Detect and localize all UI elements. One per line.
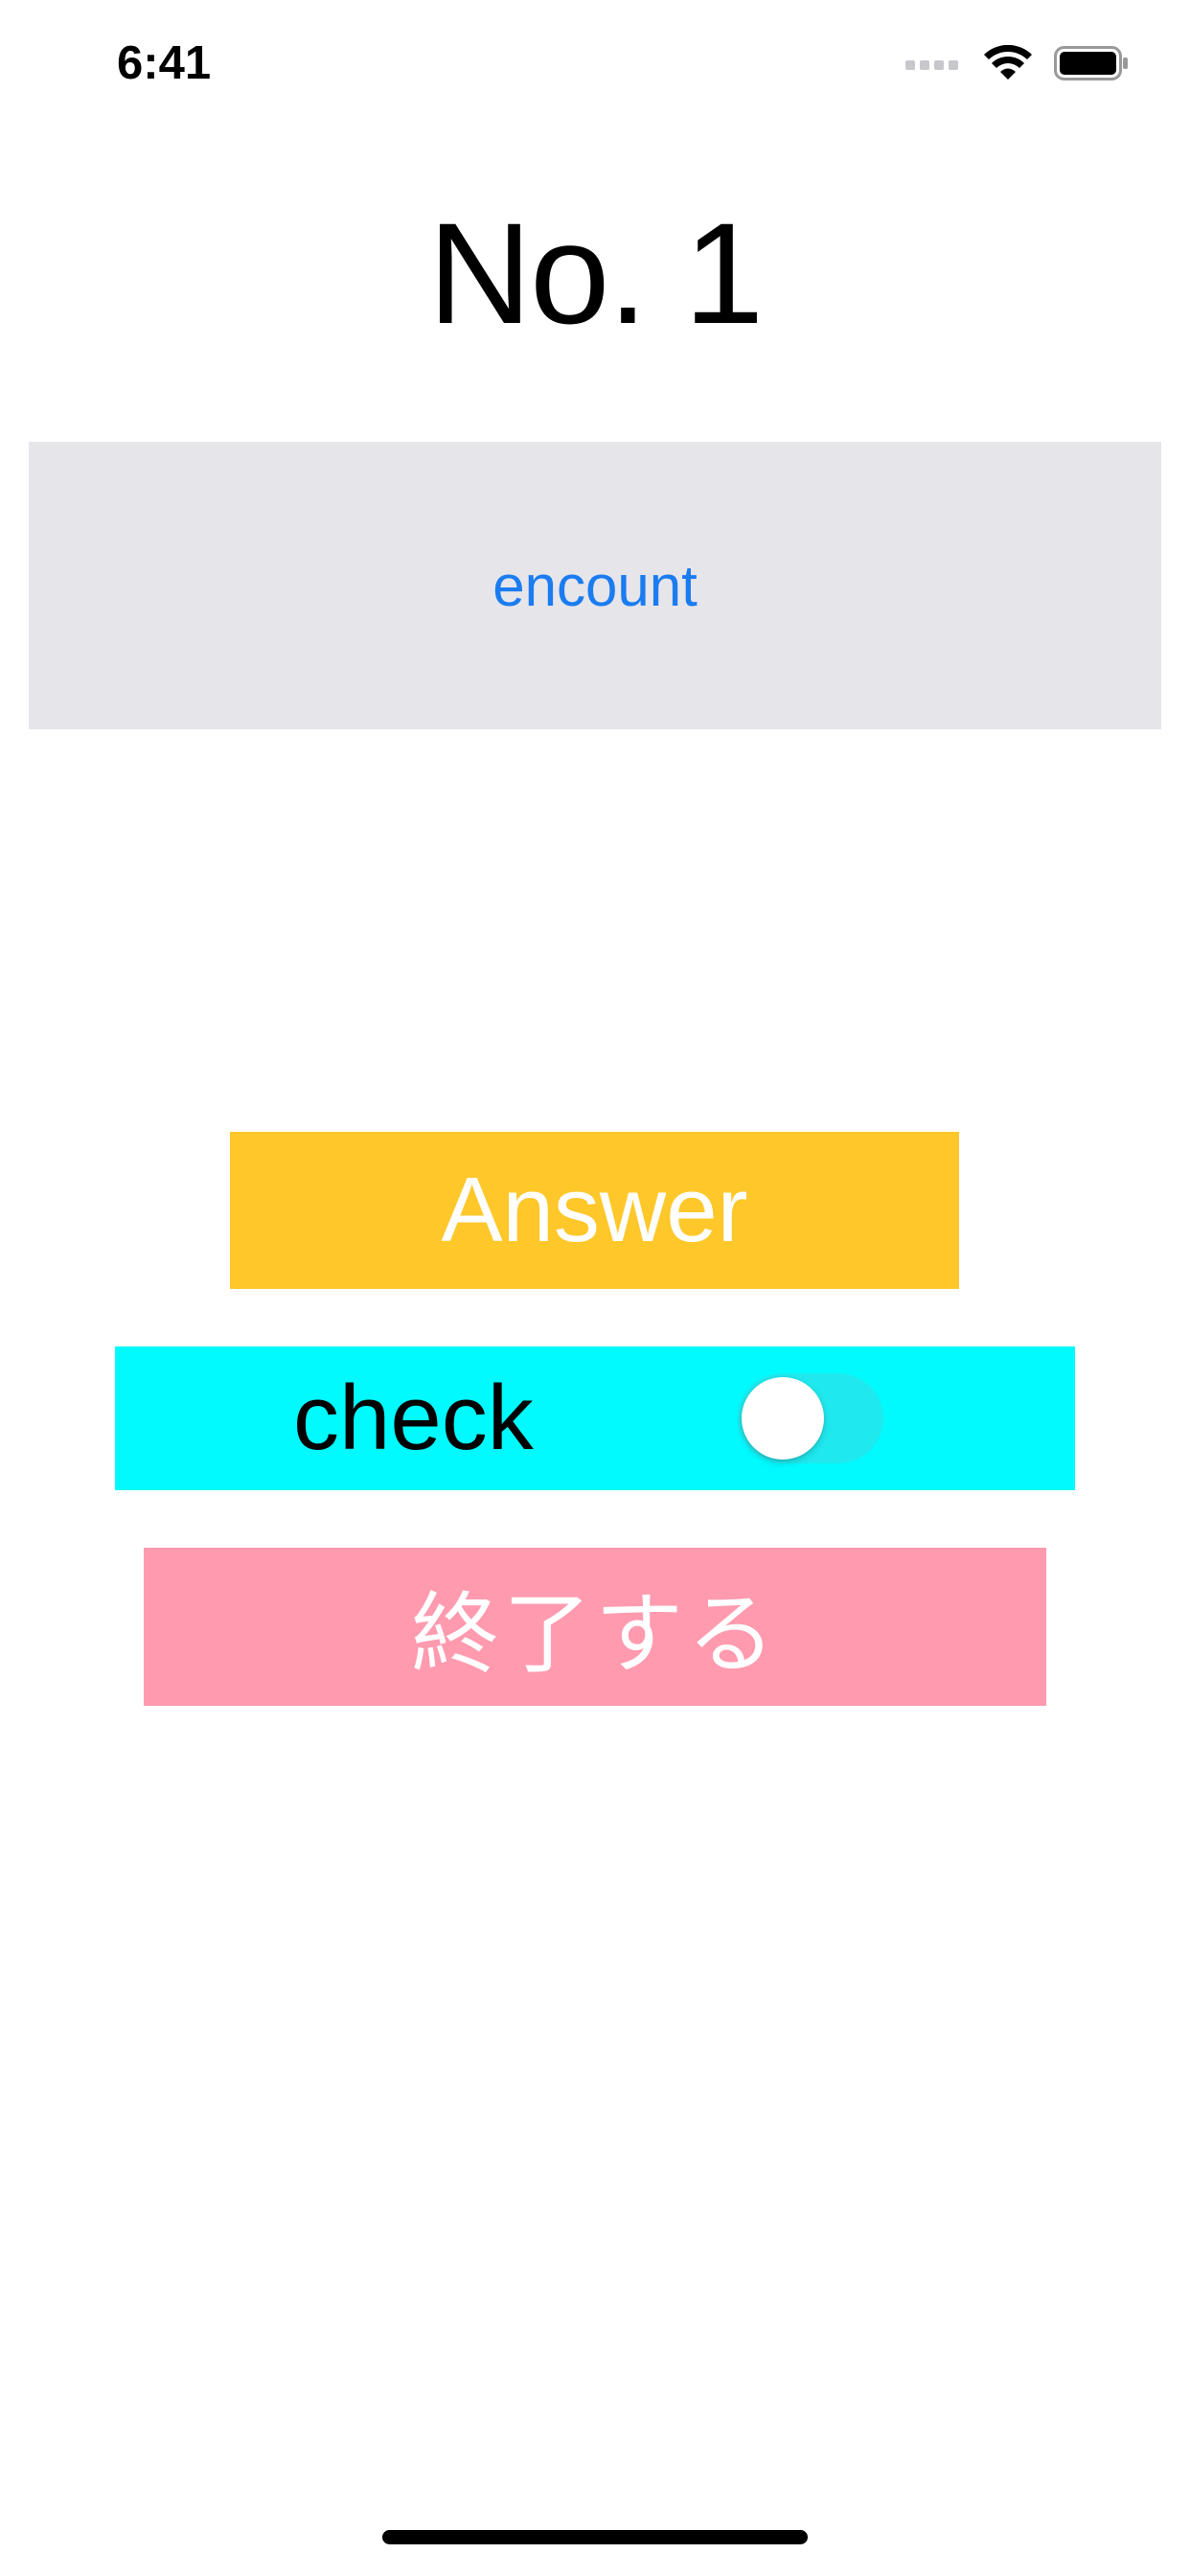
home-indicator[interactable] <box>382 2530 808 2544</box>
check-toggle[interactable] <box>738 1373 883 1463</box>
finish-button[interactable]: 終了する <box>144 1548 1046 1706</box>
check-row: check <box>115 1346 1075 1490</box>
word-card: encount <box>29 442 1161 729</box>
check-label: check <box>293 1367 534 1469</box>
answer-button[interactable]: Answer <box>230 1132 959 1289</box>
signal-icon <box>905 57 958 70</box>
status-bar-time: 6:41 <box>117 37 212 89</box>
toggle-knob <box>742 1377 824 1460</box>
page-title: No. 1 <box>427 193 765 354</box>
answer-button-label: Answer <box>441 1159 748 1261</box>
status-bar-icons <box>905 42 1129 84</box>
wifi-icon <box>984 45 1032 80</box>
word-text[interactable]: encount <box>492 553 698 619</box>
finish-button-label: 終了する <box>410 1583 779 1686</box>
battery-icon <box>1054 46 1128 80</box>
